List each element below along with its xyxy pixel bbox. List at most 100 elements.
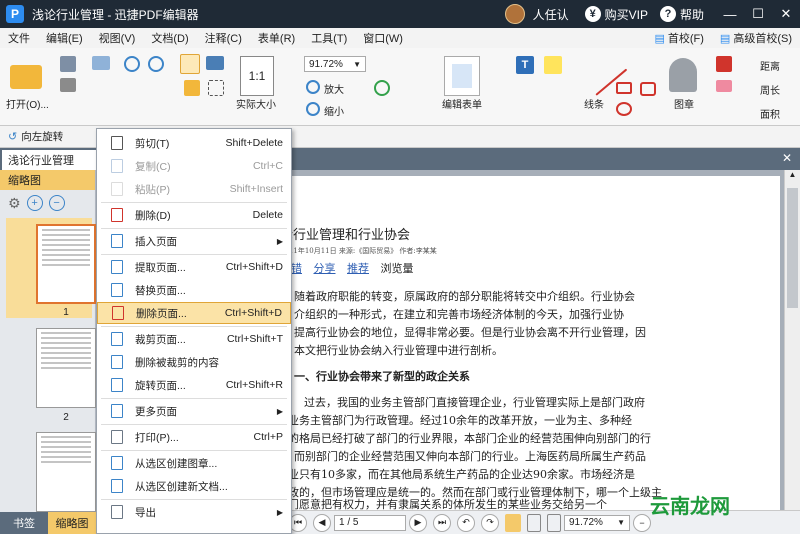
menu-window[interactable]: 窗口(W) <box>355 30 411 46</box>
maximize-button[interactable]: ☐ <box>744 0 772 28</box>
context-menu-item[interactable]: 从选区创建图章... <box>97 452 291 474</box>
gear-icon[interactable]: ⚙ <box>8 195 21 212</box>
context-menu-label[interactable]: 导出 <box>135 505 277 520</box>
note-icon[interactable] <box>544 56 562 74</box>
camera-icon[interactable] <box>206 56 224 70</box>
context-menu-item[interactable]: 更多页面 ▶ <box>97 400 291 422</box>
tag-share[interactable]: 分享 <box>314 262 336 275</box>
context-menu-label[interactable]: 旋转页面... <box>135 378 226 393</box>
context-menu-item[interactable]: 删除(D) Delete <box>97 204 291 226</box>
actual-size-icon[interactable]: 1:1 <box>240 56 274 96</box>
close-tab-icon[interactable]: ✕ <box>782 151 792 165</box>
next-page-icon[interactable]: ▶ <box>409 513 427 532</box>
tab-thumbnails[interactable]: 缩略图 <box>48 512 96 534</box>
zoom-value[interactable]: 91.72% <box>309 59 343 70</box>
context-menu-label[interactable]: 打印(P)... <box>135 430 254 445</box>
context-menu-label[interactable]: 从选区创建新文档... <box>135 479 291 494</box>
eraser-icon[interactable] <box>716 80 732 92</box>
continuous-view-icon[interactable] <box>527 513 541 532</box>
ellipse-icon[interactable] <box>616 102 632 116</box>
context-menu-label[interactable]: 插入页面 <box>135 234 277 249</box>
zoom-select[interactable]: 91.72% ▼ <box>304 56 366 72</box>
scroll-up-icon[interactable]: ▲ <box>785 170 800 184</box>
context-menu-item[interactable]: 提取页面... Ctrl+Shift+D <box>97 256 291 278</box>
zoom-in-thumb-icon[interactable]: + <box>26 195 43 211</box>
menu-comment[interactable]: 注释(C) <box>197 30 250 46</box>
context-menu-label[interactable]: 剪切(T) <box>135 136 226 151</box>
select-text-icon[interactable] <box>184 80 200 96</box>
context-menu-label[interactable]: 提取页面... <box>135 260 226 275</box>
tag-recommend[interactable]: 推荐 <box>347 262 369 275</box>
context-menu-item[interactable]: 旋转页面... Ctrl+Shift+R <box>97 374 291 396</box>
context-menu-item[interactable]: 剪切(T) Shift+Delete <box>97 132 291 154</box>
user-account[interactable]: 人任认 <box>504 4 569 24</box>
menu-edit[interactable]: 编辑(E) <box>38 30 91 46</box>
context-menu-label[interactable]: 替换页面... <box>135 283 291 298</box>
page-number-field[interactable]: 1 / 5 <box>334 514 406 531</box>
zoom-out-icon[interactable] <box>306 102 320 116</box>
menu-tools[interactable]: 工具(T) <box>303 30 355 46</box>
context-menu-label[interactable]: 删除被裁剪的内容 <box>135 355 291 370</box>
open-button[interactable] <box>6 56 46 98</box>
single-page-view-icon[interactable] <box>505 513 521 532</box>
undo-icon[interactable] <box>124 56 140 72</box>
zoom-field-value[interactable]: 91.72% <box>569 517 603 528</box>
tab-document[interactable]: 浅论行业管理 <box>2 150 98 170</box>
menu-form[interactable]: 表单(R) <box>250 30 303 46</box>
rotate-left-label[interactable]: 向左旋转 <box>21 129 63 144</box>
email-icon[interactable] <box>92 56 110 70</box>
prev-page-icon[interactable]: ◀ <box>313 513 331 532</box>
menu-view[interactable]: 视图(V) <box>91 30 144 46</box>
context-menu-label[interactable]: 裁剪页面... <box>135 332 227 347</box>
page-thumbnail-1[interactable] <box>36 224 96 304</box>
hand-tool-icon[interactable] <box>180 54 200 74</box>
two-page-view-icon[interactable] <box>547 513 561 532</box>
vip-label[interactable]: 购买VIP <box>605 6 648 23</box>
context-menu-item[interactable]: 删除页面... Ctrl+Shift+D <box>97 302 291 324</box>
menu-first-check[interactable]: ▤ 首校(F) <box>646 30 711 46</box>
minimize-button[interactable]: — <box>716 0 744 28</box>
zoom-out-thumb-icon[interactable]: − <box>48 195 65 211</box>
polygon-icon[interactable] <box>640 82 656 96</box>
context-menu-label[interactable]: 从选区创建图章... <box>135 456 291 471</box>
stamp-button[interactable] <box>666 54 700 96</box>
menu-advanced-check[interactable]: ▤ 高级首校(S) <box>712 30 800 46</box>
redo-icon[interactable] <box>148 56 164 72</box>
scrollbar-thumb[interactable] <box>787 188 798 308</box>
rotate-left-icon[interactable]: ↺ <box>8 130 17 143</box>
pencil-icon[interactable] <box>716 56 732 72</box>
page-thumbnail-3[interactable] <box>36 432 96 512</box>
context-menu-item[interactable]: 插入页面 ▶ <box>97 230 291 252</box>
context-menu-label[interactable]: 更多页面 <box>135 404 277 419</box>
actual-size-label[interactable]: 实际大小 <box>236 96 276 111</box>
select-area-icon[interactable] <box>208 80 224 96</box>
menu-first-check-label[interactable]: 首校(F) <box>668 30 704 46</box>
text-tool-icon[interactable]: T <box>516 56 534 74</box>
zoom-out-label[interactable]: 缩小 <box>324 103 344 118</box>
area-label[interactable]: 面积 <box>760 106 780 121</box>
vertical-scrollbar[interactable]: ▲ <box>784 170 800 510</box>
status-zoom-out-icon[interactable]: − <box>633 513 651 532</box>
close-button[interactable]: ✕ <box>772 0 800 28</box>
back-icon[interactable]: ↶ <box>457 513 475 532</box>
zoom-in-icon[interactable] <box>306 80 320 94</box>
open-label[interactable]: 打开(O)... <box>6 96 49 111</box>
context-menu-label[interactable]: 删除(D) <box>135 208 253 223</box>
distance-label[interactable]: 距离 <box>760 58 780 73</box>
last-page-icon[interactable]: ⏭ <box>433 513 451 532</box>
zoom-in-label[interactable]: 放大 <box>324 81 344 96</box>
pdf-page[interactable]: 论行业管理和行业协会 2011年10月11日 来源:《国际贸易》 作者:李某某 … <box>280 176 780 511</box>
menu-document[interactable]: 文档(D) <box>143 30 196 46</box>
page-thumbnail-2[interactable] <box>36 328 96 408</box>
refresh-icon[interactable] <box>374 80 390 96</box>
perimeter-label[interactable]: 周长 <box>760 82 780 97</box>
context-menu-item[interactable]: 裁剪页面... Ctrl+Shift+T <box>97 328 291 350</box>
context-menu-item[interactable]: 打印(P)... Ctrl+P <box>97 426 291 448</box>
forward-icon[interactable]: ↷ <box>481 513 499 532</box>
zoom-field[interactable]: 91.72% ▼ <box>564 514 630 531</box>
page-field-value[interactable]: 1 / 5 <box>339 517 358 528</box>
user-name[interactable]: 人任认 <box>533 6 569 23</box>
stamp-label[interactable]: 图章 <box>674 96 694 111</box>
help-button[interactable]: ? 帮助 <box>659 6 704 23</box>
edit-form-icon[interactable] <box>444 56 480 96</box>
